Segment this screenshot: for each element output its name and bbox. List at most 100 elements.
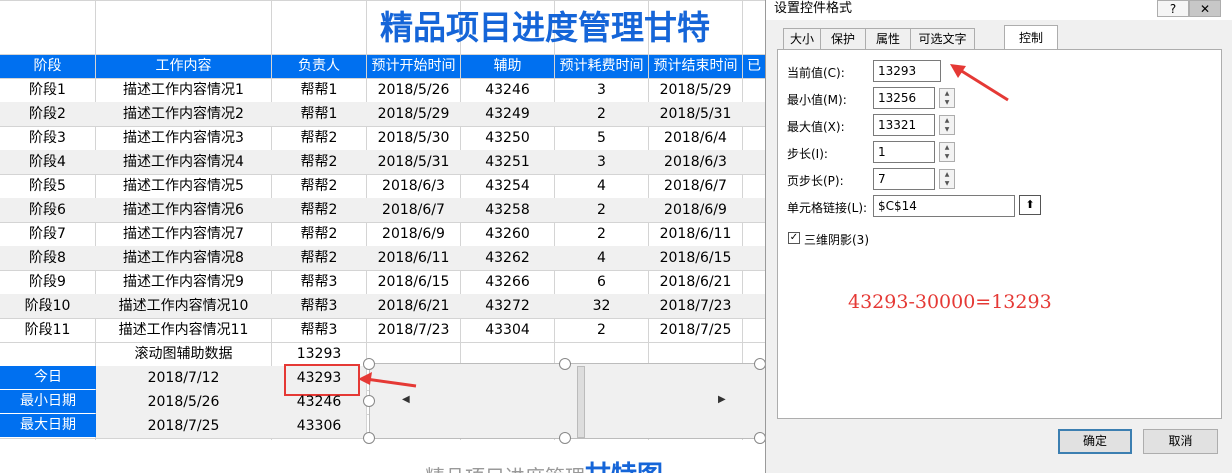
row-work-content[interactable]: 描述工作内容情况8 — [96, 246, 271, 270]
step-input[interactable]: 1 — [873, 141, 935, 163]
spin-up-icon[interactable]: ▲ — [940, 116, 954, 125]
row-owner[interactable]: 帮帮3 — [272, 270, 366, 294]
row-end-time[interactable]: 2018/6/11 — [649, 222, 742, 246]
row-duration[interactable]: 2 — [555, 222, 648, 246]
header-end-time[interactable]: 预计结束时间 — [649, 55, 742, 78]
row-duration[interactable]: 32 — [555, 294, 648, 318]
row-duration[interactable]: 2 — [555, 318, 648, 342]
header-duration[interactable]: 预计耗费时间 — [555, 55, 648, 78]
row-start-time[interactable]: 2018/5/26 — [367, 78, 460, 102]
row-owner[interactable]: 帮帮2 — [272, 198, 366, 222]
row-work-content[interactable]: 描述工作内容情况10 — [96, 294, 271, 318]
tab-alt-text[interactable]: 可选文字 — [910, 28, 975, 50]
row-aux[interactable]: 43272 — [461, 294, 554, 318]
max-value-input[interactable]: 13321 — [873, 114, 935, 136]
row-owner[interactable]: 帮帮2 — [272, 126, 366, 150]
row-aux[interactable]: 43258 — [461, 198, 554, 222]
row-duration[interactable]: 2 — [555, 102, 648, 126]
row-work-content[interactable]: 描述工作内容情况1 — [96, 78, 271, 102]
tab-control[interactable]: 控制 — [1004, 25, 1058, 50]
row-start-time[interactable]: 2018/5/30 — [367, 126, 460, 150]
tab-size[interactable]: 大小 — [783, 28, 821, 50]
row-start-time[interactable]: 2018/6/11 — [367, 246, 460, 270]
header-aux[interactable]: 辅助 — [461, 55, 554, 78]
row-owner[interactable]: 帮帮2 — [272, 174, 366, 198]
row-stage[interactable]: 阶段4 — [0, 150, 95, 174]
cancel-button[interactable]: 取消 — [1143, 429, 1218, 454]
row-start-time[interactable]: 2018/6/21 — [367, 294, 460, 318]
resize-handle[interactable] — [363, 395, 375, 407]
row-start-time[interactable]: 2018/6/7 — [367, 198, 460, 222]
resize-handle[interactable] — [754, 432, 765, 444]
row-duration[interactable]: 3 — [555, 78, 648, 102]
step-spinner[interactable]: ▲ ▼ — [939, 142, 955, 162]
row-start-time[interactable]: 2018/6/15 — [367, 270, 460, 294]
header-stage[interactable]: 阶段 — [0, 55, 95, 78]
header-owner[interactable]: 负责人 — [272, 55, 366, 78]
row-start-time[interactable]: 2018/7/23 — [367, 318, 460, 342]
collapse-dialog-button[interactable]: ⬆ — [1019, 195, 1041, 215]
row-end-time[interactable]: 2018/7/23 — [649, 294, 742, 318]
resize-handle[interactable] — [363, 358, 375, 370]
row-duration[interactable]: 4 — [555, 174, 648, 198]
row-duration[interactable]: 2 — [555, 198, 648, 222]
row-work-content[interactable]: 描述工作内容情况2 — [96, 102, 271, 126]
row-work-content[interactable]: 描述工作内容情况4 — [96, 150, 271, 174]
row-duration[interactable]: 3 — [555, 150, 648, 174]
row-stage[interactable]: 阶段1 — [0, 78, 95, 102]
row-aux[interactable]: 43266 — [461, 270, 554, 294]
close-button[interactable]: ✕ — [1189, 0, 1221, 17]
row-end-time[interactable]: 2018/7/25 — [649, 318, 742, 342]
row-start-time[interactable]: 2018/5/31 — [367, 150, 460, 174]
scroll-left-arrow-icon[interactable]: ◀ — [402, 394, 410, 405]
scroll-aux-label[interactable]: 滚动图辅助数据 — [96, 342, 271, 366]
row-aux[interactable]: 43254 — [461, 174, 554, 198]
min-date-value[interactable]: 43246 — [272, 390, 366, 414]
max-date[interactable]: 2018/7/25 — [96, 414, 271, 438]
row-duration[interactable]: 6 — [555, 270, 648, 294]
max-date-value[interactable]: 43306 — [272, 414, 366, 438]
row-stage[interactable]: 阶段5 — [0, 174, 95, 198]
row-stage[interactable]: 阶段10 — [0, 294, 95, 318]
row-duration[interactable]: 4 — [555, 246, 648, 270]
min-date-label[interactable]: 最小日期 — [0, 390, 96, 413]
resize-handle[interactable] — [559, 432, 571, 444]
row-aux[interactable]: 43249 — [461, 102, 554, 126]
row-owner[interactable]: 帮帮2 — [272, 222, 366, 246]
row-end-time[interactable]: 2018/6/15 — [649, 246, 742, 270]
scrollbar-thumb[interactable] — [577, 366, 585, 438]
page-step-spinner[interactable]: ▲ ▼ — [939, 169, 955, 189]
page-step-input[interactable]: 7 — [873, 168, 935, 190]
row-aux[interactable]: 43262 — [461, 246, 554, 270]
shading-3d-checkbox[interactable]: ✓ — [788, 232, 800, 244]
row-owner[interactable]: 帮帮1 — [272, 78, 366, 102]
row-start-time[interactable]: 2018/6/3 — [367, 174, 460, 198]
row-work-content[interactable]: 描述工作内容情况9 — [96, 270, 271, 294]
current-value-input[interactable]: 13293 — [873, 60, 941, 82]
max-value-spinner[interactable]: ▲ ▼ — [939, 115, 955, 135]
row-work-content[interactable]: 描述工作内容情况11 — [96, 318, 271, 342]
row-aux[interactable]: 43251 — [461, 150, 554, 174]
row-owner[interactable]: 帮帮1 — [272, 102, 366, 126]
scroll-aux-value[interactable]: 13293 — [272, 342, 366, 366]
today-label[interactable]: 今日 — [0, 366, 96, 389]
scroll-right-arrow-icon[interactable]: ▶ — [718, 394, 726, 405]
row-start-time[interactable]: 2018/6/9 — [367, 222, 460, 246]
ok-button[interactable]: 确定 — [1058, 429, 1132, 454]
header-start-time[interactable]: 预计开始时间 — [367, 55, 460, 78]
cell-link-input[interactable]: $C$14 — [873, 195, 1015, 217]
dialog-titlebar[interactable]: 设置控件格式 ? ✕ — [766, 0, 1232, 20]
row-start-time[interactable]: 2018/5/29 — [367, 102, 460, 126]
row-duration[interactable]: 5 — [555, 126, 648, 150]
row-stage[interactable]: 阶段6 — [0, 198, 95, 222]
row-work-content[interactable]: 描述工作内容情况6 — [96, 198, 271, 222]
tab-properties[interactable]: 属性 — [865, 28, 911, 50]
resize-handle[interactable] — [559, 358, 571, 370]
row-owner[interactable]: 帮帮2 — [272, 150, 366, 174]
spin-down-icon[interactable]: ▼ — [940, 152, 954, 161]
row-end-time[interactable]: 2018/5/31 — [649, 102, 742, 126]
spin-up-icon[interactable]: ▲ — [940, 170, 954, 179]
row-stage[interactable]: 阶段3 — [0, 126, 95, 150]
min-date[interactable]: 2018/5/26 — [96, 390, 271, 414]
row-owner[interactable]: 帮帮3 — [272, 294, 366, 318]
